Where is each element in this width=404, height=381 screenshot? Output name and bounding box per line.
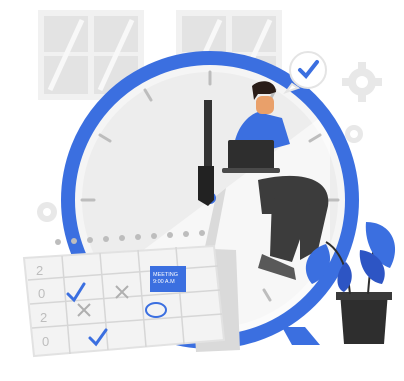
chair <box>198 166 214 206</box>
gear-icon <box>37 202 57 222</box>
year-digit-1: 2 <box>36 263 43 278</box>
laptop-icon <box>222 140 280 173</box>
year-digit-3: 2 <box>40 310 47 325</box>
check-bubble-icon <box>283 51 327 94</box>
gear-icon <box>345 125 363 143</box>
calendar-note-line2: 9:00 A.M <box>153 279 175 285</box>
work-schedule-illustration: MEETING 9:00 A.M 2 0 2 0 <box>22 10 396 358</box>
year-digit-4: 0 <box>42 334 49 349</box>
illustration: MEETING 9:00 A.M 2 0 2 0 <box>0 0 404 381</box>
calendar-note-line1: MEETING <box>153 272 178 278</box>
year-digit-2: 0 <box>38 286 45 301</box>
gear-icon <box>342 62 382 102</box>
